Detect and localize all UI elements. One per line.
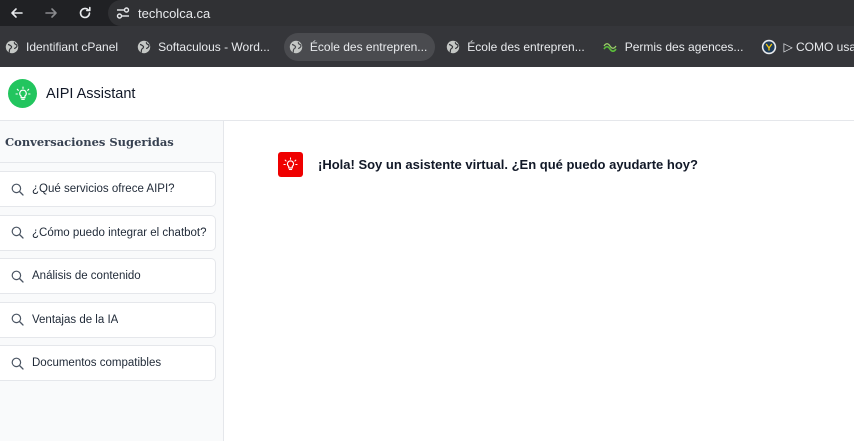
- url-field[interactable]: techcolca.ca: [108, 0, 854, 26]
- globe-icon: [445, 39, 461, 55]
- arrow-left-icon: [11, 8, 23, 18]
- bookmark-label: Permis des agences...: [624, 39, 744, 54]
- tune-icon: [116, 7, 130, 19]
- suggestion-label: Documentos compatibles: [32, 357, 162, 370]
- bookmarks-bar: Identifiant cPanel Softaculous - Word...…: [0, 26, 854, 67]
- search-icon: [9, 355, 25, 371]
- bookmark-permis-des-agences[interactable]: Permis des agences...: [599, 33, 752, 61]
- search-icon: [9, 268, 25, 284]
- circle-logo-icon: [761, 39, 777, 55]
- suggestion-documentos-compatibles[interactable]: Documentos compatibles: [0, 345, 216, 382]
- bookmark-ecole-entrepreneurs-1[interactable]: École des entrepren...: [283, 32, 436, 61]
- suggestion-label: ¿Qué servicios ofrece AIPI?: [32, 183, 175, 195]
- bookmark-label: Softaculous - Word...: [158, 39, 270, 54]
- lightbulb-icon: [283, 157, 298, 171]
- suggestion-label: ¿Cómo puedo integrar el chatbot?: [32, 226, 207, 239]
- suggestion-label: Análisis de contenido: [32, 270, 141, 283]
- green-logo-icon: [603, 39, 619, 55]
- suggestion-list: ¿Qué servicios ofrece AIPI? ¿Cómo puedo …: [0, 163, 223, 382]
- bookmark-label: ▷ COMO usar R: [783, 39, 854, 54]
- suggestion-integrar-chatbot[interactable]: ¿Cómo puedo integrar el chatbot?: [0, 214, 216, 251]
- bot-message: ¡Hola! Soy un asistente virtual. ¿En qué…: [278, 152, 698, 177]
- app-logo: [8, 79, 37, 108]
- arrow-right-icon: [45, 8, 57, 18]
- lightbulb-icon: [14, 85, 31, 100]
- bot-avatar: [278, 152, 303, 177]
- search-icon: [9, 225, 25, 241]
- suggestion-analisis-contenido[interactable]: Análisis de contenido: [0, 258, 216, 295]
- back-button[interactable]: [0, 0, 34, 26]
- url-text: techcolca.ca: [138, 5, 211, 21]
- suggestion-ventajas-ia[interactable]: Ventajas de la IA: [0, 301, 216, 338]
- site-info-button[interactable]: [108, 5, 138, 21]
- forward-button[interactable]: [34, 0, 68, 26]
- sidebar: Conversaciones Sugeridas ¿Qué servicios …: [0, 121, 224, 441]
- app-title: AIPI Assistant: [46, 85, 136, 102]
- bot-message-text: ¡Hola! Soy un asistente virtual. ¿En qué…: [318, 157, 698, 172]
- globe-icon: [4, 39, 20, 55]
- sidebar-title: Conversaciones Sugeridas: [0, 121, 223, 163]
- suggestion-label: Ventajas de la IA: [32, 313, 119, 326]
- bookmark-label: École des entrepren...: [467, 39, 585, 54]
- search-icon: [9, 181, 25, 197]
- globe-icon: [136, 39, 152, 55]
- bookmark-como-usar[interactable]: ▷ COMO usar R: [757, 33, 854, 61]
- bookmark-label: École des entrepren...: [309, 39, 428, 54]
- bookmark-label: Identifiant cPanel: [26, 39, 119, 54]
- app-header: AIPI Assistant: [0, 67, 854, 121]
- chat-area: ¡Hola! Soy un asistente virtual. ¿En qué…: [225, 121, 854, 441]
- bookmark-ecole-entrepreneurs-2[interactable]: École des entrepren...: [441, 33, 592, 61]
- bookmark-identifiant-cpanel[interactable]: Identifiant cPanel: [0, 33, 126, 61]
- reload-icon: [79, 6, 91, 19]
- suggestion-servicios[interactable]: ¿Qué servicios ofrece AIPI?: [0, 171, 216, 207]
- globe-icon: [288, 39, 304, 55]
- search-icon: [9, 312, 25, 328]
- browser-address-bar: techcolca.ca: [0, 0, 854, 26]
- bookmark-softaculous[interactable]: Softaculous - Word...: [132, 33, 278, 61]
- reload-button[interactable]: [68, 0, 102, 26]
